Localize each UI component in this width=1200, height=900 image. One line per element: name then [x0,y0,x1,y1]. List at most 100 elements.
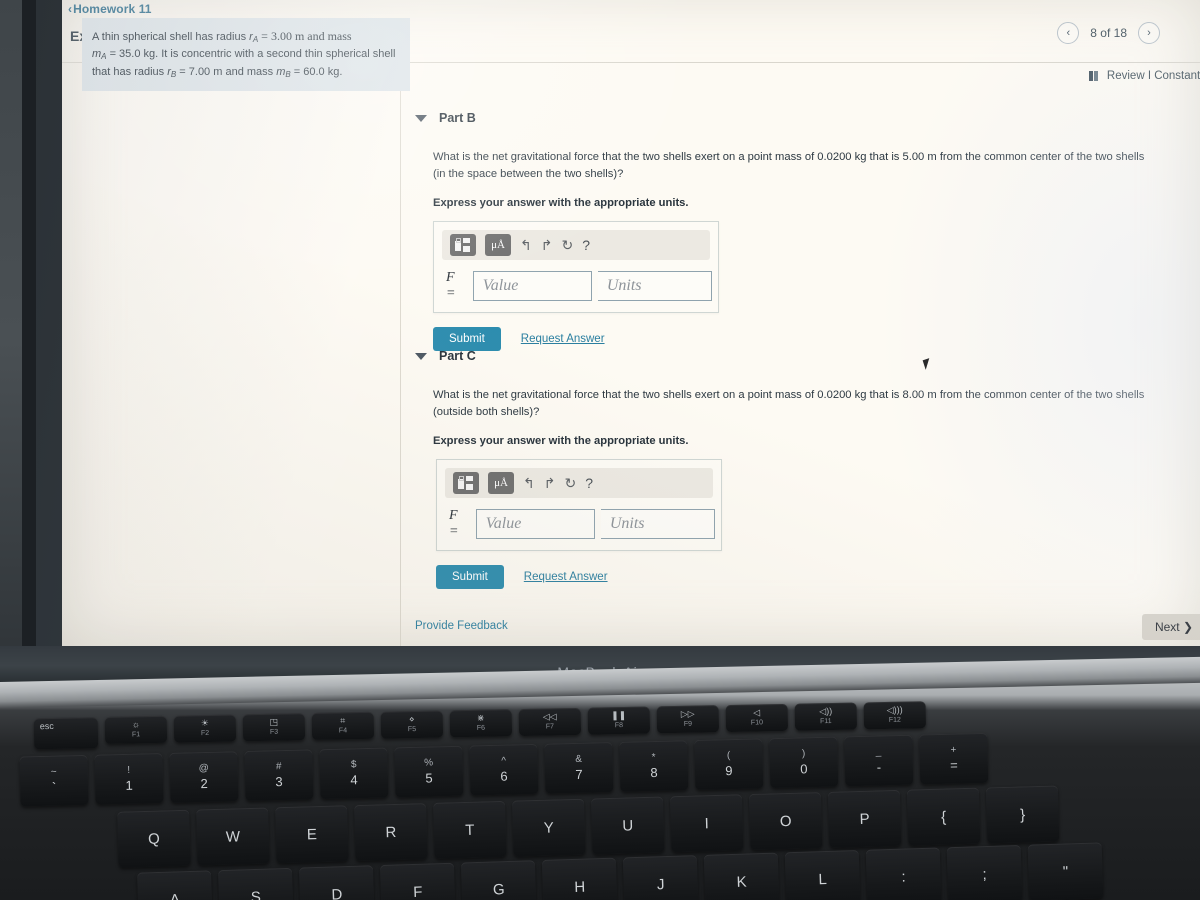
problem-line2b: = 35.0 kg. It is concentric with a secon… [106,48,396,61]
key-g[interactable]: G [460,860,537,900]
key-l[interactable]: L [784,850,861,900]
help-icon[interactable]: ? [582,238,590,252]
key-f[interactable]: F [379,862,456,900]
units-button-label: μÅ [494,476,508,489]
key-f10[interactable]: ◁ F10 [725,703,789,733]
key-3[interactable]: #3 [244,749,314,802]
help-icon[interactable]: ? [585,476,593,490]
part-b-value-input[interactable]: Value [472,270,592,301]
collapse-caret-icon[interactable] [415,114,427,122]
next-button[interactable]: Next ❯ [1141,614,1200,640]
part-c-value-input[interactable]: Value [475,508,595,539]
key-f1[interactable]: ☼ F1 [104,715,168,744]
undo-icon[interactable]: ↰ [520,238,532,252]
key-shift-glyph: & [575,753,583,765]
back-to-homework-link[interactable]: ‹Homework 11 [68,2,152,16]
key-w[interactable]: W [196,807,270,866]
part-c-request-answer-link[interactable]: Request Answer [524,571,608,583]
key-f5[interactable]: ⋄ F5 [380,710,444,739]
key-i[interactable]: I [669,794,744,853]
key-glyph: ▷▷ [680,708,695,720]
key-f3[interactable]: ◳ F3 [242,713,306,742]
part-c-answer-box: μÅ ↰ ↱ ↻ ⌨ ? F = Value Units [436,458,722,551]
redo-icon[interactable]: ↱ [541,238,553,252]
part-c-label: Part C [439,349,476,363]
key-f8[interactable]: ❚❚ F8 [587,706,651,735]
part-c-units-placeholder: Units [609,514,645,532]
part-c-header[interactable]: Part C [401,349,1200,363]
key-;[interactable]: ; [946,844,1023,900]
key-8[interactable]: * 8 [619,740,689,792]
part-c-submit-button[interactable]: Submit [436,564,504,589]
reset-icon[interactable]: ↻ [561,238,573,252]
key-f6[interactable]: ⋇ F6 [449,709,513,738]
key-}[interactable]: } [985,785,1060,844]
units-button[interactable]: μÅ [485,233,511,256]
part-b-units-input[interactable]: Units [597,270,713,301]
key-:[interactable]: : [865,847,942,900]
key-=[interactable]: + = [919,732,989,785]
reset-icon[interactable]: ↻ [564,476,576,490]
undo-icon[interactable]: ↰ [523,476,535,490]
units-button[interactable]: μÅ [488,471,514,494]
key-0[interactable]: ) 0 [769,736,839,789]
key-r[interactable]: R [354,803,428,862]
key-f2[interactable]: ☀ F2 [173,714,237,743]
key-2[interactable]: @2 [169,751,239,803]
math-template-icon[interactable] [450,233,476,256]
key-glyph: 2 [200,775,208,792]
key-d[interactable]: D [298,865,375,900]
key-shift-glyph: ^ [501,755,507,767]
part-b-field-label: F = [446,269,456,301]
key-y[interactable]: Y [512,798,586,857]
key--[interactable]: _ - [844,734,914,787]
provide-feedback-link[interactable]: Provide Feedback [415,620,508,632]
key-shift-glyph: % [424,757,434,769]
key-p[interactable]: P [827,789,902,848]
math-template-icon[interactable] [453,471,479,494]
part-c-units-input[interactable]: Units [600,508,716,539]
key-glyph: 0 [800,761,808,777]
key-h[interactable]: H [541,857,618,900]
key-7[interactable]: & 7 [544,742,614,794]
key-o[interactable]: O [748,792,823,851]
key-1[interactable]: ! 1 [94,753,164,805]
key-shift-glyph: ~ [50,766,57,778]
key-j[interactable]: J [622,855,699,900]
key-f9[interactable]: ▷▷ F9 [656,705,720,734]
key-fn-label: F1 [131,731,141,739]
key-4[interactable]: $4 [319,747,389,800]
key-u[interactable]: U [590,796,665,855]
redo-icon[interactable]: ↱ [544,476,556,490]
laptop-keyboard: esc ☼ F1 ☀ F2 ◳ F3 ⌗ F4 ⋄ F5 ⋇ F6 ◁◁ F7 ❚❚ F8 ▷▷ F9 ◁ F10 ◁))… [0,701,1200,900]
key-fn-label: F2 [200,730,210,738]
pager-prev-button[interactable]: ‹ [1057,22,1080,44]
key-f12[interactable]: ◁))) F12 [863,701,927,730]
key-6[interactable]: ^ 6 [469,743,539,796]
part-b-submit-button[interactable]: Submit [433,326,501,351]
key-fn-label: F7 [545,723,555,731]
key-f7[interactable]: ◁◁ F7 [518,707,582,737]
key-a[interactable]: A [137,870,213,900]
part-b-math-toolbar: μÅ ↰ ↱ ↻ ⌨ ? [442,229,710,260]
key-"[interactable]: " [1027,842,1104,900]
key-q[interactable]: Q [117,809,191,868]
key-glyph: ◳ [269,716,279,728]
key-fn-label: F12 [888,716,901,725]
key-9[interactable]: (9 [694,738,764,791]
part-b-request-answer-link[interactable]: Request Answer [521,333,605,345]
key-`[interactable]: ~ ` [19,754,89,807]
key-f4[interactable]: ⌗ F4 [311,711,375,741]
key-e[interactable]: E [275,805,349,864]
collapse-caret-icon[interactable] [415,352,427,360]
key-s[interactable]: S [218,867,294,900]
pager-next-button[interactable]: › [1138,22,1160,44]
key-f11[interactable]: ◁)) F11 [794,702,858,731]
problem-line3a: that has radius [92,65,168,78]
key-{[interactable]: { [906,787,981,846]
key-k[interactable]: K [703,852,780,900]
key-5[interactable]: % 5 [394,745,464,798]
key-esc[interactable]: esc [33,717,99,750]
part-b-header[interactable]: Part B [401,111,1200,125]
key-t[interactable]: T [433,800,507,859]
